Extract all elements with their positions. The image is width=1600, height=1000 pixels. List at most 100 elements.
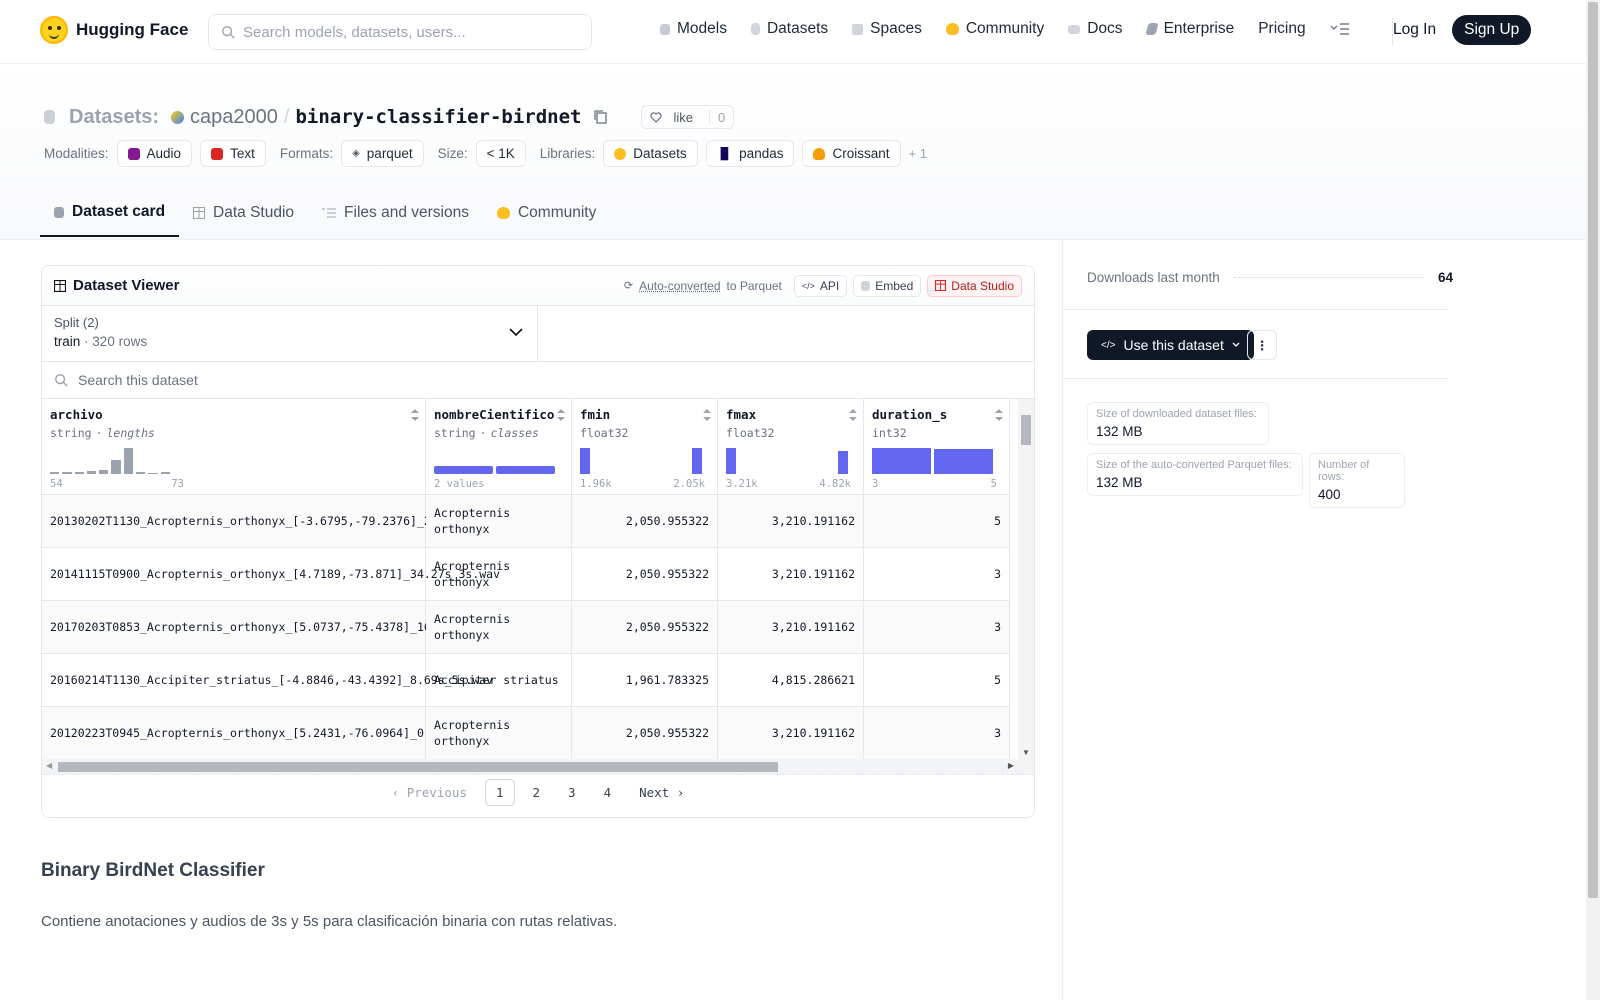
- histogram-bar[interactable]: [678, 473, 688, 474]
- nav-spaces[interactable]: Spaces: [852, 20, 922, 38]
- libraries-more[interactable]: + 1: [909, 146, 927, 161]
- histogram-bar[interactable]: [622, 473, 632, 474]
- dataset-search[interactable]: [42, 362, 1034, 399]
- column-header[interactable]: archivo string · lengths 54 73: [42, 399, 426, 495]
- copy-icon[interactable]: [593, 109, 609, 125]
- table-cell[interactable]: Acropternis orthonyx: [426, 707, 572, 759]
- histogram-bar[interactable]: [123, 448, 134, 474]
- scroll-down-arrow-icon[interactable]: ▼: [1022, 748, 1030, 757]
- histogram-bar[interactable]: [111, 459, 121, 474]
- nav-models[interactable]: Models: [660, 20, 727, 38]
- histogram-bar[interactable]: [726, 448, 736, 474]
- scroll-left-arrow-icon[interactable]: ◀: [46, 761, 52, 770]
- nav-datasets[interactable]: Datasets: [750, 20, 828, 38]
- sort-icon[interactable]: [703, 409, 711, 421]
- histogram-bar[interactable]: [74, 472, 84, 474]
- table-cell[interactable]: 4,815.286621: [718, 654, 864, 707]
- page-scrollbar[interactable]: [1586, 0, 1600, 1000]
- table-cell[interactable]: Acropternis orthonyx: [426, 601, 572, 654]
- table-cell[interactable]: 5: [864, 495, 1010, 548]
- histogram-bar[interactable]: [50, 472, 60, 474]
- table-vertical-scroll-thumb[interactable]: [1021, 415, 1031, 445]
- histogram-bar[interactable]: [934, 449, 993, 474]
- scroll-right-arrow-icon[interactable]: ▶: [1008, 761, 1014, 770]
- sort-icon[interactable]: [411, 409, 419, 421]
- more-options-button[interactable]: ⋮: [1247, 330, 1277, 360]
- histogram-bar[interactable]: [810, 473, 820, 474]
- histogram-bar[interactable]: [754, 473, 764, 474]
- split-selector[interactable]: Split (2) train · 320 rows: [42, 306, 538, 361]
- table-cell[interactable]: Acropternis orthonyx: [426, 495, 572, 548]
- column-header[interactable]: fmin float32 1.96k 2.05k: [572, 399, 718, 495]
- table-cell[interactable]: 1,961.783325: [572, 654, 718, 707]
- histogram-bar[interactable]: [782, 473, 792, 474]
- table-vertical-scrollbar[interactable]: ▼: [1018, 399, 1034, 759]
- brand-logo[interactable]: Hugging Face: [40, 16, 188, 44]
- histogram-bar[interactable]: [594, 473, 604, 474]
- table-cell[interactable]: Accipiter striatus: [426, 654, 572, 707]
- page-3-button[interactable]: 3: [558, 780, 586, 805]
- table-horizontal-scroll-thumb[interactable]: [58, 762, 778, 772]
- nav-community[interactable]: Community: [945, 20, 1044, 38]
- next-page-button[interactable]: Next ›: [629, 780, 694, 805]
- table-cell[interactable]: 3,210.191162: [718, 495, 864, 548]
- global-search-input[interactable]: [243, 23, 573, 41]
- library-croissant-chip[interactable]: Croissant: [802, 140, 901, 167]
- page-1-button[interactable]: 1: [484, 778, 515, 806]
- table-cell[interactable]: 2,050.955322: [572, 707, 718, 759]
- histogram-bar[interactable]: [636, 473, 646, 474]
- table-cell[interactable]: 20170203T0853_Acropternis_orthonyx_[5.07…: [42, 601, 507, 654]
- histogram-bar[interactable]: [99, 470, 109, 474]
- library-datasets-chip[interactable]: Datasets: [603, 140, 698, 167]
- nav-enterprise[interactable]: Enterprise: [1144, 20, 1234, 38]
- tab-files-and-versions[interactable]: Files and versions: [308, 193, 483, 237]
- use-this-dataset-button[interactable]: </> Use this dataset: [1087, 330, 1254, 360]
- histogram-bar[interactable]: [838, 450, 848, 474]
- table-cell[interactable]: 20141115T0900_Acropternis_orthonyx_[4.71…: [42, 548, 500, 601]
- histogram-bar[interactable]: [740, 473, 750, 474]
- nav-more-menu[interactable]: [1330, 22, 1350, 36]
- histogram-bar[interactable]: [796, 473, 806, 474]
- table-cell[interactable]: 3: [864, 548, 1010, 601]
- table-cell[interactable]: 3,210.191162: [718, 707, 864, 759]
- global-search[interactable]: [208, 14, 592, 50]
- histogram-bar[interactable]: [650, 473, 660, 474]
- login-link[interactable]: Log In: [1393, 21, 1436, 39]
- signup-button[interactable]: Sign Up: [1452, 15, 1532, 45]
- repo-owner-link[interactable]: capa2000: [190, 106, 278, 129]
- table-cell[interactable]: 3,210.191162: [718, 601, 864, 654]
- histogram-bar[interactable]: [768, 473, 778, 474]
- library-pandas-chip[interactable]: ▐▌ pandas: [705, 140, 795, 167]
- table-cell[interactable]: Acropternis orthonyx: [426, 548, 572, 601]
- column-header[interactable]: nombreCientifico string · classes 2 values: [426, 399, 572, 495]
- page-4-button[interactable]: 4: [594, 780, 622, 805]
- column-header[interactable]: fmax float32 3.21k 4.82k: [718, 399, 864, 495]
- table-cell[interactable]: 20130202T1130_Acropternis_orthonyx_[-3.6…: [42, 495, 514, 548]
- table-cell[interactable]: 3: [864, 707, 1010, 759]
- histogram-bar[interactable]: [160, 472, 170, 474]
- histogram-bar[interactable]: [580, 448, 590, 474]
- modality-text-chip[interactable]: Text: [200, 140, 266, 167]
- sort-icon[interactable]: [849, 409, 857, 421]
- size-chip[interactable]: < 1K: [475, 140, 526, 167]
- histogram-bar[interactable]: [148, 473, 158, 474]
- page-2-button[interactable]: 2: [523, 780, 551, 805]
- table-cell[interactable]: 2,050.955322: [572, 495, 718, 548]
- nav-docs[interactable]: Docs: [1068, 20, 1123, 38]
- sort-icon[interactable]: [557, 409, 565, 421]
- previous-page-button[interactable]: ‹ Previous: [382, 780, 477, 805]
- histogram-bar[interactable]: [86, 471, 97, 474]
- table-cell[interactable]: 2,050.955322: [572, 548, 718, 601]
- histogram-bar[interactable]: [824, 473, 834, 474]
- api-button[interactable]: </> API: [793, 274, 848, 297]
- table-cell[interactable]: 20120223T0945_Acropternis_orthonyx_[5.24…: [42, 707, 500, 759]
- nav-pricing[interactable]: Pricing: [1258, 20, 1305, 38]
- tab-community[interactable]: Community: [483, 193, 610, 237]
- dataset-search-input[interactable]: [78, 372, 678, 388]
- tab-dataset-card[interactable]: Dataset card: [40, 193, 180, 237]
- table-horizontal-scrollbar[interactable]: ◀ ▶: [42, 759, 1034, 775]
- table-cell[interactable]: 3,210.191162: [718, 548, 864, 601]
- histogram-bar[interactable]: [664, 473, 674, 474]
- tab-data-studio[interactable]: Data Studio: [179, 193, 308, 237]
- histogram-bar[interactable]: [136, 472, 146, 474]
